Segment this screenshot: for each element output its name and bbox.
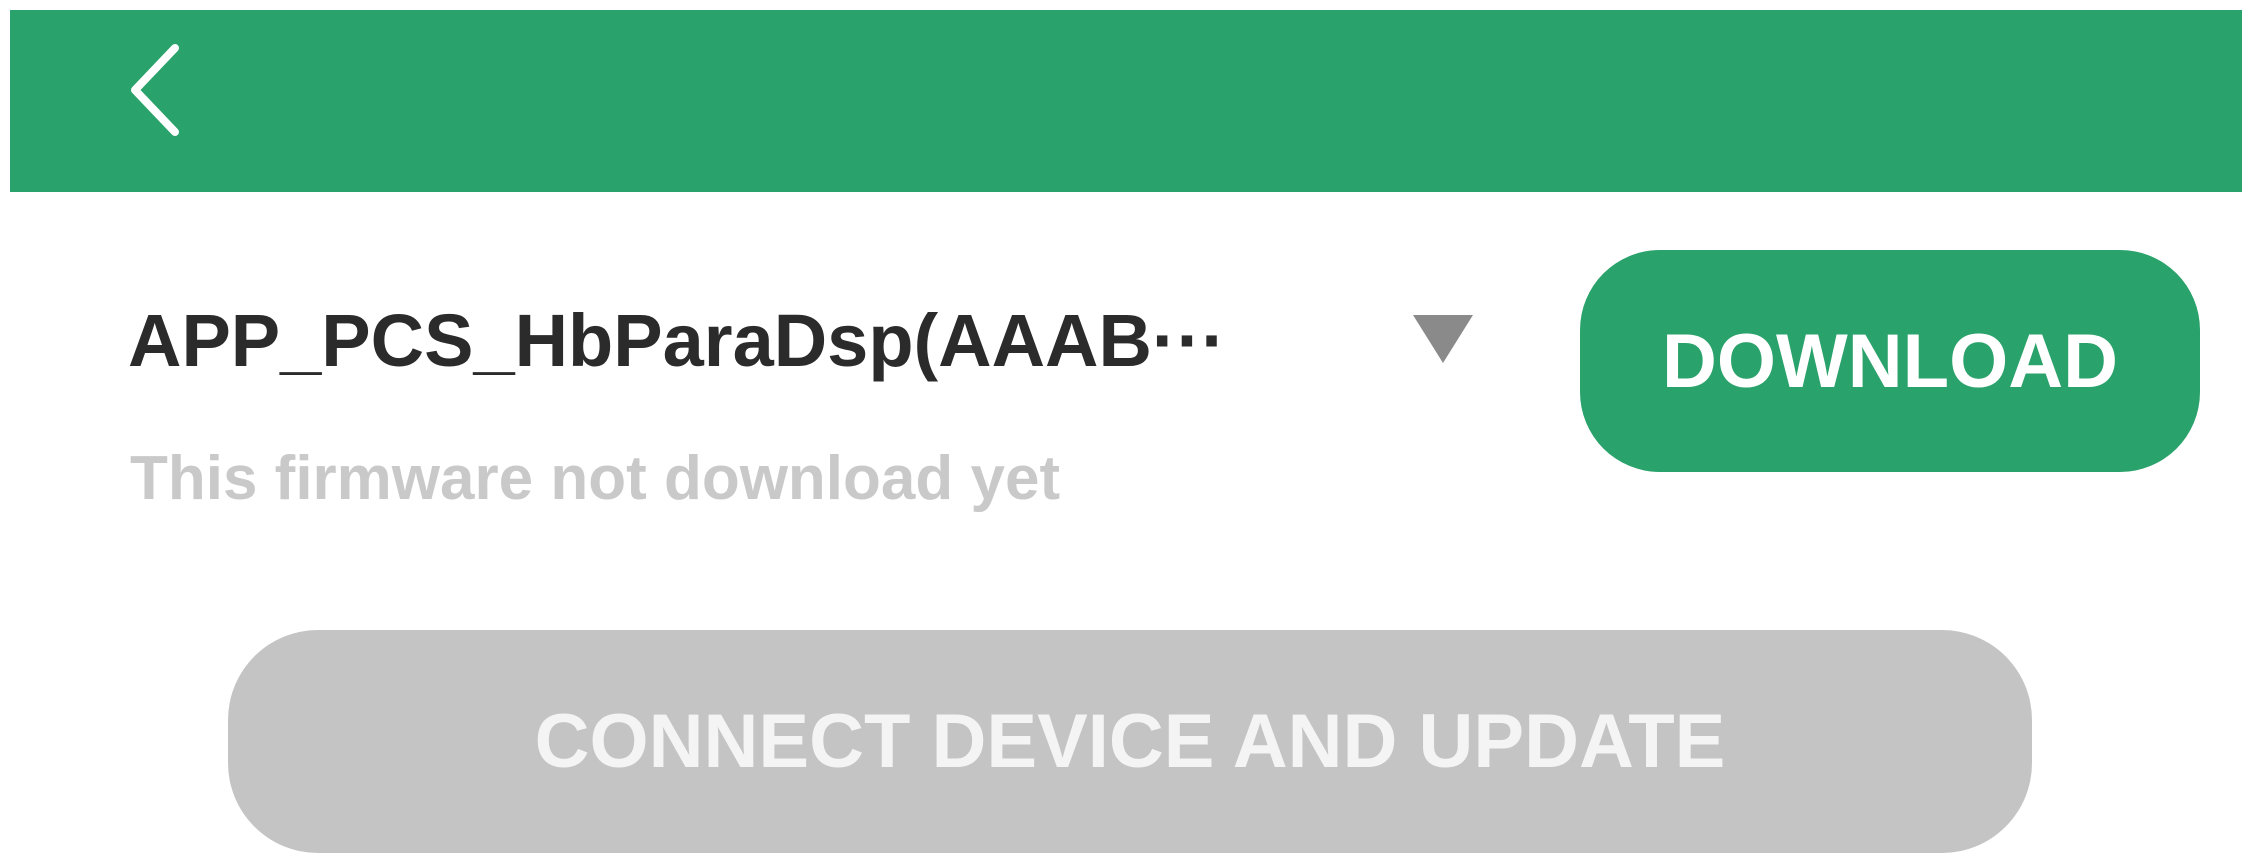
firmware-selected-value: APP_PCS_HbParaDsp(AAAB··· [128, 298, 1226, 382]
chevron-left-icon [131, 44, 179, 136]
app-header [10, 10, 2242, 192]
firmware-dropdown[interactable]: APP_PCS_HbParaDsp(AAAB··· [128, 285, 1488, 395]
caret-down-icon[interactable] [1413, 315, 1473, 363]
download-button[interactable]: DOWNLOAD [1580, 250, 2200, 472]
connect-device-and-update-button[interactable]: CONNECT DEVICE AND UPDATE [228, 630, 2032, 853]
back-button[interactable] [110, 30, 200, 150]
firmware-status-text: This firmware not download yet [130, 444, 1061, 513]
firmware-update-screen: APP_PCS_HbParaDsp(AAAB··· This firmware … [0, 0, 2246, 853]
